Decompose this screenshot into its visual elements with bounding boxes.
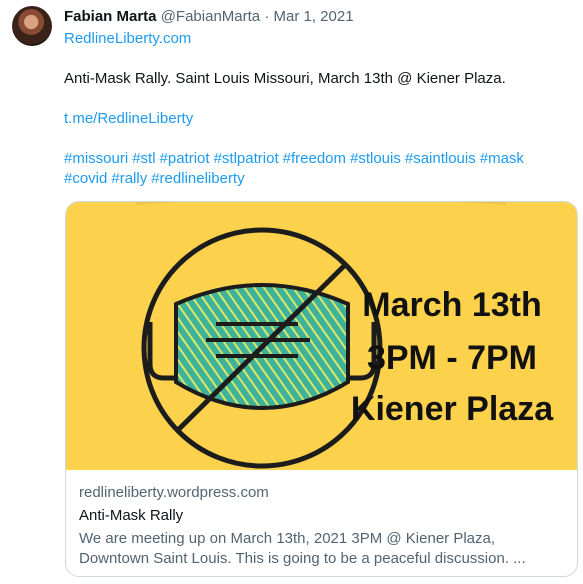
hashtag-link[interactable]: #missouri (64, 150, 128, 167)
hashtag-link[interactable]: #stlouis (350, 150, 401, 167)
telegram-link[interactable]: t.me/RedlineLiberty (64, 110, 193, 127)
tweet-header: Fabian Marta @FabianMarta · Mar 1, 2021 (64, 7, 354, 27)
hashtag-link[interactable]: #patriot (160, 150, 210, 167)
hashtag-list: #missouri #stl #patriot #stlpatriot #freedom… (64, 149, 574, 189)
hashtag-link[interactable]: #rally (111, 170, 147, 187)
card-meta: redlineliberty.wordpress.com Anti-Mask R… (79, 483, 569, 569)
hashtag-link[interactable]: #mask (480, 150, 524, 167)
tweet-text: Anti-Mask Rally. Saint Louis Missouri, M… (64, 70, 506, 87)
hashtag-link[interactable]: #freedom (283, 150, 346, 167)
site-link[interactable]: RedlineLiberty.com (64, 30, 191, 47)
author-handle[interactable]: @FabianMarta (161, 8, 260, 25)
author-name[interactable]: Fabian Marta (64, 8, 157, 25)
separator-dot: · (264, 8, 270, 25)
hashtag-link[interactable]: #saintlouis (405, 150, 476, 167)
tweet-date[interactable]: Mar 1, 2021 (273, 8, 353, 25)
hashtag-link[interactable]: #redlineliberty (151, 170, 244, 187)
link-preview-card[interactable]: March 13th 3PM - 7PM Kiener Plaza redlin… (65, 201, 578, 577)
card-image[interactable]: March 13th 3PM - 7PM Kiener Plaza (66, 202, 577, 470)
card-description-line: We are meeting up on March 13th, 2021 3P… (79, 530, 496, 547)
poster-time: 3PM - 7PM (366, 339, 538, 377)
poster-location: Kiener Plaza (350, 390, 554, 428)
poster-date: March 13th (362, 286, 542, 324)
card-description-line: Downtown Saint Louis. This is going to b… (79, 550, 526, 567)
card-description: We are meeting up on March 13th, 2021 3P… (79, 529, 569, 569)
avatar[interactable] (12, 6, 52, 46)
hashtag-link[interactable]: #stlpatriot (214, 150, 279, 167)
hashtag-link[interactable]: #covid (64, 170, 107, 187)
card-domain: redlineliberty.wordpress.com (79, 484, 269, 501)
hashtag-link[interactable]: #stl (132, 150, 155, 167)
telegram-link-row: t.me/RedlineLiberty (64, 109, 193, 129)
card-title: Anti-Mask Rally (79, 507, 184, 524)
site-link-row: RedlineLiberty.com (64, 29, 191, 49)
